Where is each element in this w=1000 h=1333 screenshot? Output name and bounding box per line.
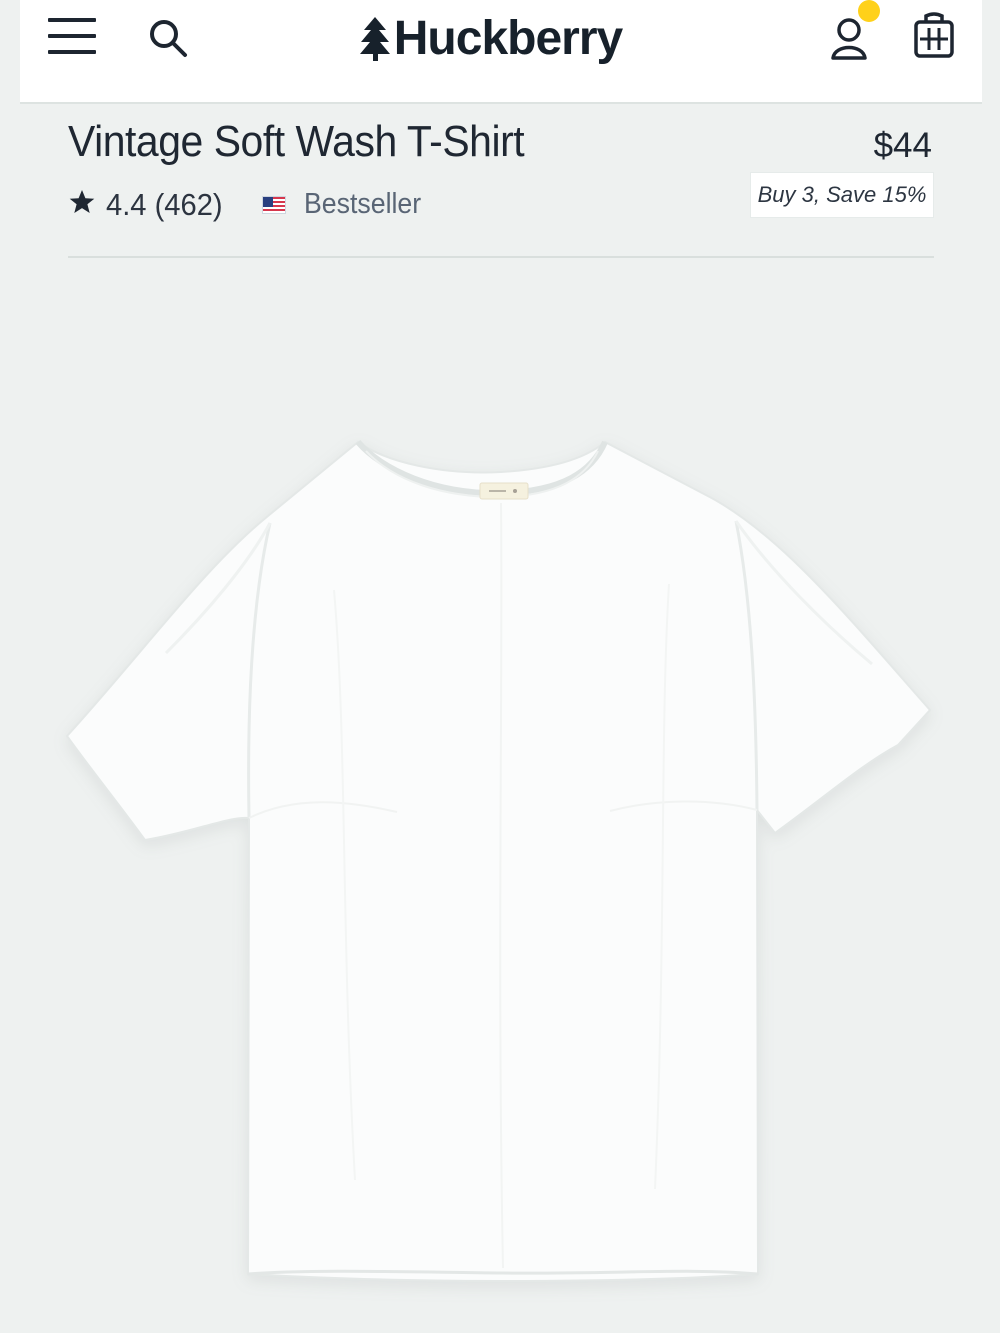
brand-wordmark: Huckberry <box>393 12 623 65</box>
site-header: Huckberry <box>20 0 982 104</box>
product-page: Huckberry Vintage Soft Wash T-Shirt $44 <box>0 0 1000 1333</box>
cart-button[interactable] <box>912 10 956 60</box>
menu-line <box>48 50 96 54</box>
star-icon <box>69 190 95 213</box>
notification-dot <box>858 0 880 22</box>
menu-line <box>48 18 96 22</box>
menu-button[interactable] <box>48 16 98 56</box>
us-flag-graphic <box>263 197 285 213</box>
product-title-row: Vintage Soft Wash T-Shirt $44 <box>68 112 934 172</box>
promotion-badge: Buy 3, Save 15% <box>750 172 934 218</box>
bestseller-label: Bestseller <box>304 188 422 220</box>
menu-line <box>48 34 96 38</box>
product-image <box>52 420 952 1305</box>
cart-icon <box>914 12 954 58</box>
search-icon <box>150 20 187 57</box>
product-meta-row: 4.4 (462) Bestseller Buy 3, Save 15% <box>68 172 934 230</box>
rating-summary[interactable]: 4.4 (462) <box>106 186 223 223</box>
product-title: Vintage Soft Wash T-Shirt <box>68 117 525 166</box>
us-flag-icon <box>262 196 286 214</box>
brand-logo[interactable]: Huckberry <box>320 8 660 70</box>
tree-icon <box>359 17 390 61</box>
product-price: $44 <box>873 126 932 165</box>
white-t-shirt-image <box>65 440 932 1283</box>
search-button[interactable] <box>146 16 190 60</box>
section-divider <box>68 256 934 258</box>
